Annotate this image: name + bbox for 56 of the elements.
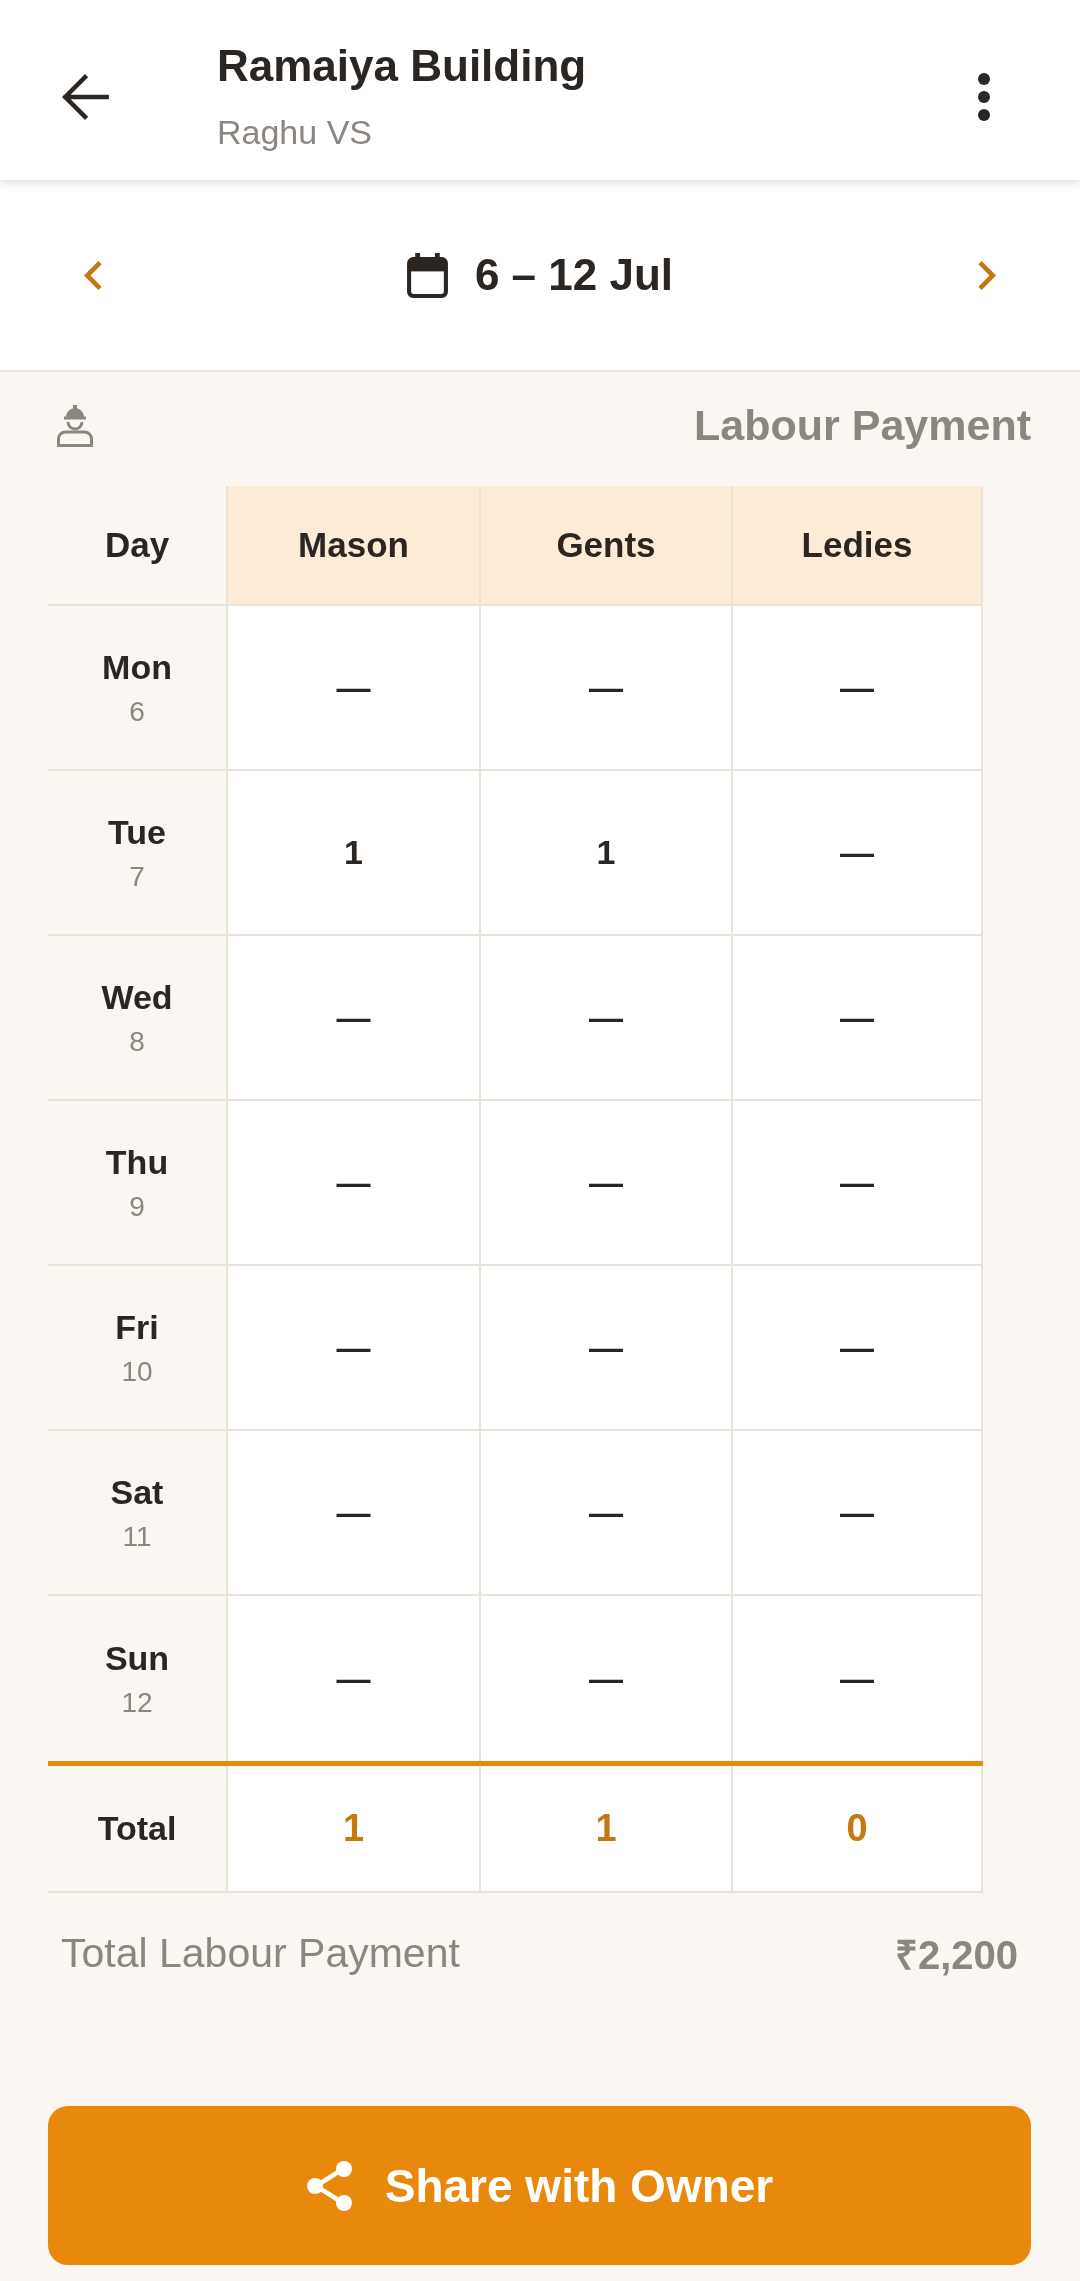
section-title: Labour Payment: [694, 400, 1031, 450]
day-label: Sun: [104, 1637, 170, 1678]
table-cell: —: [731, 606, 983, 771]
column-header: Mason: [226, 486, 479, 606]
table-cell: —: [731, 771, 983, 936]
table-cell: —: [731, 936, 983, 1101]
page-title: Ramaiya Building: [217, 40, 587, 92]
table-cell: 1: [479, 771, 731, 936]
table-cell: —: [479, 606, 731, 771]
date-label: 11: [122, 1519, 152, 1554]
chevron-right-icon[interactable]: [977, 259, 997, 291]
table-cell: 1: [226, 771, 479, 936]
column-header: Ledies: [731, 486, 983, 606]
table-cell: —: [479, 1596, 731, 1761]
table-cell: —: [226, 1431, 479, 1596]
table-cell: —: [479, 1431, 731, 1596]
table-cell: —: [479, 936, 731, 1101]
day-label: Tue: [108, 811, 166, 852]
table-cell: —: [731, 1431, 983, 1596]
date-range-button[interactable]: 6 – 12 Jul: [406, 249, 674, 301]
chevron-left-icon[interactable]: [83, 259, 103, 291]
day-label: Mon: [102, 646, 172, 687]
date-label: 7: [129, 859, 145, 894]
summary-label: Total Labour Payment: [61, 1929, 460, 1977]
total-cell: 0: [731, 1766, 983, 1893]
back-icon[interactable]: [61, 73, 109, 121]
table-cell: —: [731, 1266, 983, 1431]
date-label: 9: [129, 1189, 145, 1224]
page-subtitle: Raghu VS: [217, 112, 372, 153]
table-cell: —: [731, 1101, 983, 1266]
table-cell: —: [479, 1266, 731, 1431]
table-cell: —: [226, 1596, 479, 1761]
total-cell: 1: [479, 1766, 731, 1893]
table-cell: —: [226, 1266, 479, 1431]
more-options-icon[interactable]: [978, 73, 990, 121]
total-cell: 1: [226, 1766, 479, 1893]
worker-icon: [56, 403, 94, 447]
day-label: Sat: [110, 1471, 164, 1512]
table-cell: —: [226, 936, 479, 1101]
table-cell: —: [731, 1596, 983, 1761]
date-label: 12: [121, 1685, 153, 1720]
summary-amount: ₹2,200: [894, 1931, 1018, 1979]
calendar-icon: [406, 252, 448, 298]
table-cell: —: [479, 1101, 731, 1266]
total-label: Total: [97, 1809, 177, 1848]
table-cell: —: [226, 1101, 479, 1266]
column-header: Gents: [479, 486, 731, 606]
day-label: Thu: [105, 1141, 169, 1182]
share-icon: [305, 2160, 353, 2211]
day-label: Fri: [115, 1306, 159, 1347]
column-header: Day: [104, 525, 170, 565]
day-label: Wed: [101, 976, 173, 1017]
date-label: 10: [121, 1354, 153, 1389]
table-cell: —: [226, 606, 479, 771]
date-label: 6: [129, 694, 145, 729]
date-label: 8: [129, 1024, 145, 1059]
